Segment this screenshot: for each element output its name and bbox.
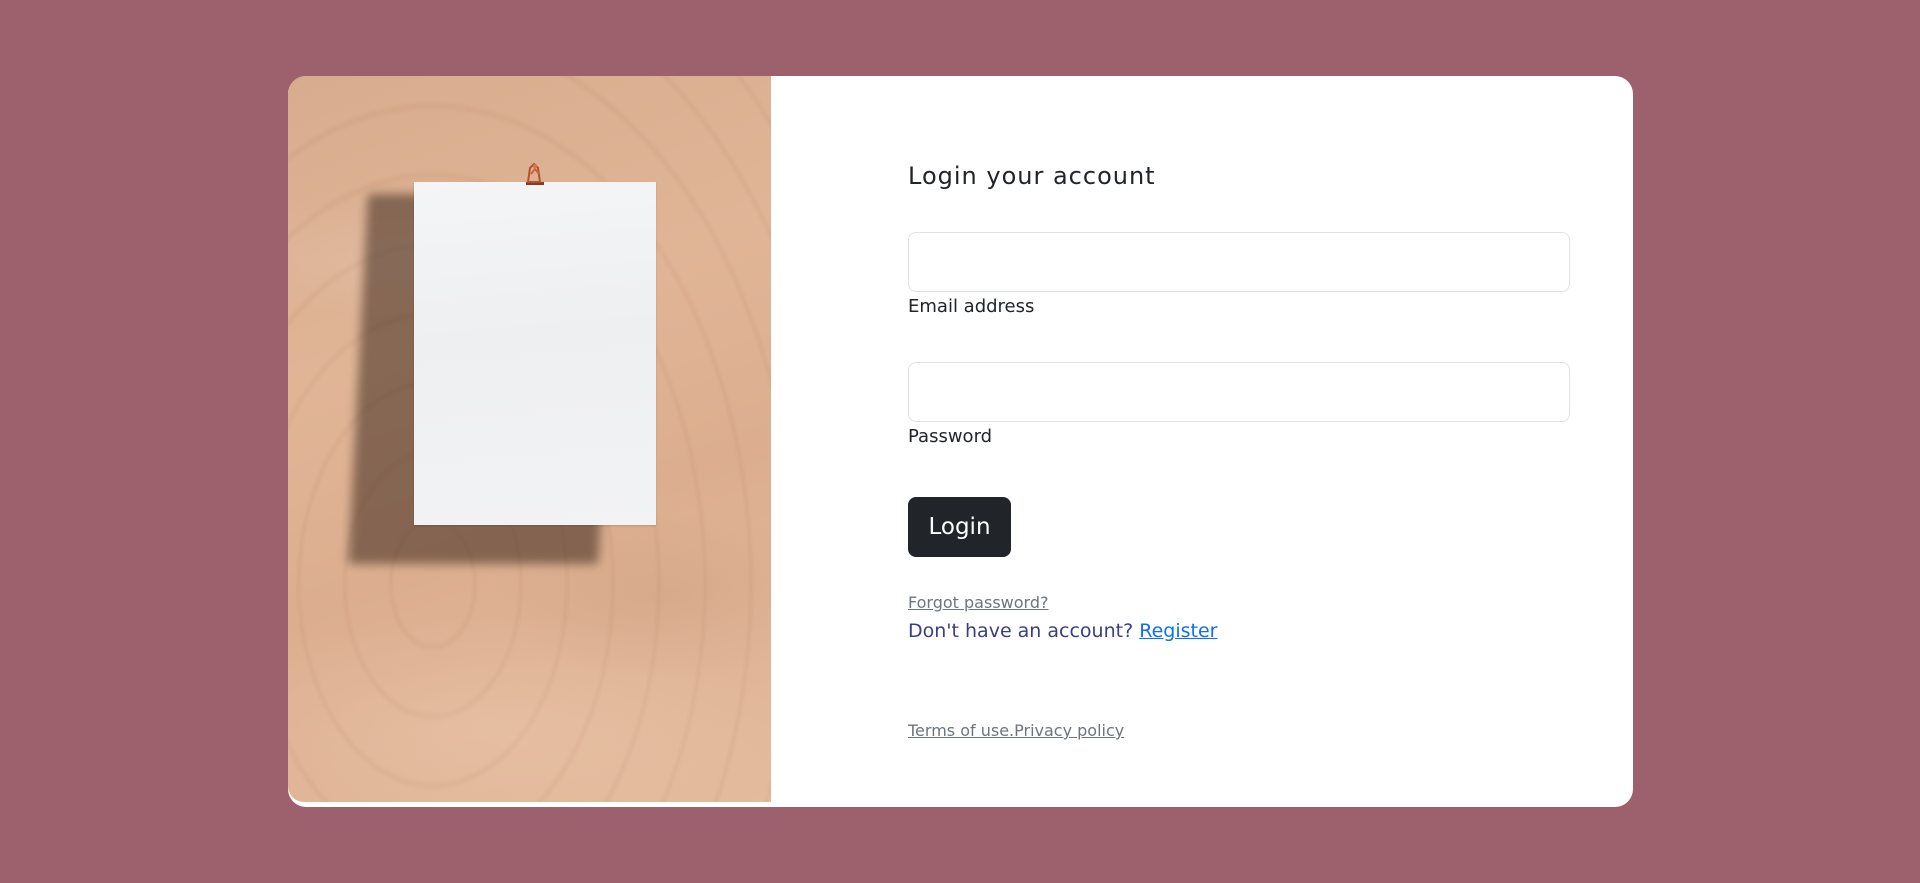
- password-input[interactable]: [908, 362, 1570, 422]
- register-link[interactable]: Register: [1139, 620, 1217, 642]
- privacy-policy-link[interactable]: Privacy policy: [1014, 721, 1124, 740]
- forgot-password-link[interactable]: Forgot password?: [908, 593, 1048, 612]
- decorative-photo: [288, 76, 771, 802]
- login-button[interactable]: Login: [908, 497, 1011, 557]
- login-form: Login your account Email address Passwor…: [908, 76, 1588, 807]
- password-label: Password: [908, 426, 993, 447]
- binder-clip-icon: [526, 162, 544, 185]
- blank-paper-image: [414, 182, 656, 525]
- page-title: Login your account: [908, 162, 1156, 190]
- terms-of-use-link[interactable]: Terms of use.: [908, 721, 1014, 740]
- email-input[interactable]: [908, 232, 1570, 292]
- no-account-text: Don't have an account?: [908, 620, 1134, 642]
- legal-links: Terms of use.Privacy policy: [908, 721, 1124, 740]
- login-card: Login your account Email address Passwor…: [288, 76, 1633, 807]
- register-prompt: Don't have an account? Register: [908, 620, 1217, 642]
- email-label: Email address: [908, 296, 1035, 317]
